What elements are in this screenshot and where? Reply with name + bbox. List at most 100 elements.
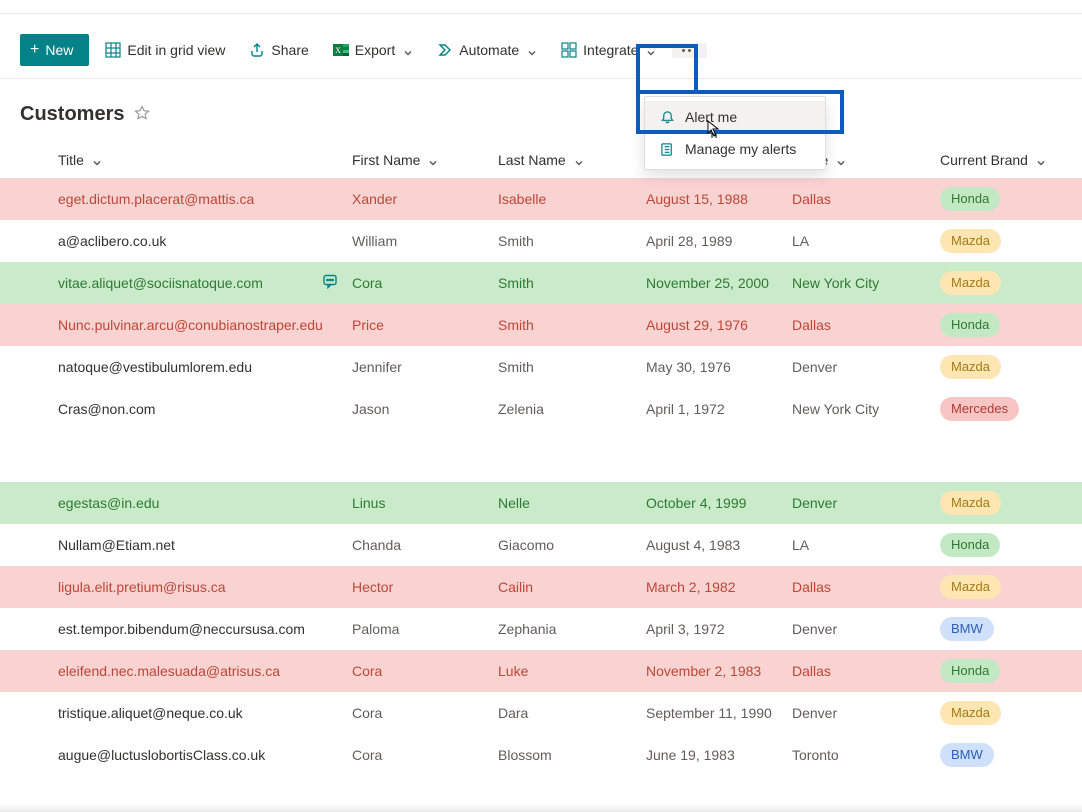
- cell-title[interactable]: vitae.aliquet@sociisnatoque.com: [58, 271, 352, 295]
- cell-title[interactable]: augue@luctuslobortisClass.co.uk: [58, 743, 352, 767]
- integrate-icon: [561, 42, 577, 58]
- cell-brand: Mazda: [940, 225, 1082, 257]
- cell-dob: June 19, 1983: [646, 743, 792, 767]
- cell-dob: October 4, 1999: [646, 491, 792, 515]
- table-row[interactable]: est.tempor.bibendum@neccursusa.comPaloma…: [0, 608, 1082, 650]
- brand-pill: BMW: [940, 743, 994, 767]
- cell-last-name: Luke: [498, 659, 646, 683]
- comment-icon[interactable]: [322, 274, 338, 293]
- table-row[interactable]: natoque@vestibulumlorem.eduJenniferSmith…: [0, 346, 1082, 388]
- column-header-brand[interactable]: Current Brand: [940, 152, 1082, 168]
- cell-dob: May 30, 1976: [646, 355, 792, 379]
- new-button[interactable]: + New: [20, 34, 89, 66]
- cell-title[interactable]: egestas@in.edu: [58, 491, 352, 515]
- column-header-first-name[interactable]: First Name: [352, 152, 498, 168]
- cell-title[interactable]: eget.dictum.placerat@mattis.ca: [58, 187, 352, 211]
- share-icon: [249, 42, 265, 58]
- cell-brand: Mercedes: [940, 393, 1082, 425]
- chevron-down-icon: [574, 155, 584, 165]
- automate-button[interactable]: Automate: [429, 36, 545, 64]
- menu-item-label: Manage my alerts: [685, 141, 796, 157]
- cell-dob: August 4, 1983: [646, 533, 792, 557]
- cell-first-name: William: [352, 229, 498, 253]
- menu-item-alert-me[interactable]: Alert me: [645, 101, 825, 133]
- table-row[interactable]: Nunc.pulvinar.arcu@conubianostraper.eduP…: [0, 304, 1082, 346]
- table-row[interactable]: augue@luctuslobortisClass.co.ukCoraBloss…: [0, 734, 1082, 776]
- cell-last-name: Smith: [498, 313, 646, 337]
- overflow-button[interactable]: [672, 43, 707, 58]
- cell-first-name: Jennifer: [352, 355, 498, 379]
- cell-dob: November 25, 2000: [646, 271, 792, 295]
- cell-brand: Mazda: [940, 487, 1082, 519]
- cell-title[interactable]: ligula.elit.pretium@risus.ca: [58, 575, 352, 599]
- cell-brand: Mazda: [940, 267, 1082, 299]
- dot-icon: [694, 49, 697, 52]
- share-button[interactable]: Share: [241, 36, 316, 64]
- column-header-title[interactable]: Title: [58, 152, 352, 168]
- cell-dob: November 2, 1983: [646, 659, 792, 683]
- integrate-button[interactable]: Integrate: [553, 36, 664, 64]
- cell-last-name: Dara: [498, 701, 646, 725]
- cell-title[interactable]: Nullam@Etiam.net: [58, 533, 352, 557]
- table-row[interactable]: vitae.aliquet@sociisnatoque.comCoraSmith…: [0, 262, 1082, 304]
- overflow-menu: Alert me Manage my alerts: [644, 96, 826, 170]
- brand-pill: Mercedes: [940, 397, 1019, 421]
- cell-last-name: Nelle: [498, 491, 646, 515]
- table-row[interactable]: Cras@non.comJasonZeleniaApril 1, 1972New…: [0, 388, 1082, 430]
- edit-grid-button[interactable]: Edit in grid view: [97, 36, 233, 64]
- plus-icon: +: [30, 41, 39, 59]
- cell-title[interactable]: tristique.aliquet@neque.co.uk: [58, 701, 352, 725]
- export-button[interactable]: X Export: [325, 36, 421, 64]
- brand-pill: Mazda: [940, 491, 1001, 515]
- cell-office: Toronto: [792, 743, 940, 767]
- cell-first-name: Cora: [352, 743, 498, 767]
- menu-item-manage-alerts[interactable]: Manage my alerts: [645, 133, 825, 165]
- brand-pill: Mazda: [940, 355, 1001, 379]
- cell-dob: September 11, 1990: [646, 701, 792, 725]
- cell-first-name: Cora: [352, 659, 498, 683]
- list-icon: [659, 141, 675, 157]
- brand-pill: Mazda: [940, 271, 1001, 295]
- table-row[interactable]: eget.dictum.placerat@mattis.caXanderIsab…: [0, 178, 1082, 220]
- cell-office: Denver: [792, 617, 940, 641]
- table-row[interactable]: tristique.aliquet@neque.co.ukCoraDaraSep…: [0, 692, 1082, 734]
- cell-office: LA: [792, 229, 940, 253]
- brand-pill: Mazda: [940, 229, 1001, 253]
- cell-first-name: Cora: [352, 701, 498, 725]
- table-row[interactable]: eleifend.nec.malesuada@atrisus.caCoraLuk…: [0, 650, 1082, 692]
- table-row[interactable]: Nullam@Etiam.netChandaGiacomoAugust 4, 1…: [0, 524, 1082, 566]
- cell-title[interactable]: a@aclibero.co.uk: [58, 229, 352, 253]
- table-row[interactable]: a@aclibero.co.ukWilliamSmithApril 28, 19…: [0, 220, 1082, 262]
- cell-first-name: Paloma: [352, 617, 498, 641]
- menu-item-label: Alert me: [685, 109, 737, 125]
- cell-dob: August 29, 1976: [646, 313, 792, 337]
- cell-office: Denver: [792, 355, 940, 379]
- cell-office: Dallas: [792, 659, 940, 683]
- table-row[interactable]: egestas@in.eduLinusNelleOctober 4, 1999D…: [0, 482, 1082, 524]
- cell-office: Dallas: [792, 313, 940, 337]
- cell-last-name: Zephania: [498, 617, 646, 641]
- cell-dob: April 3, 1972: [646, 617, 792, 641]
- cell-last-name: Cailin: [498, 575, 646, 599]
- cell-title[interactable]: natoque@vestibulumlorem.edu: [58, 355, 352, 379]
- cell-dob: April 1, 1972: [646, 397, 792, 421]
- list-gap: [0, 430, 1082, 482]
- cell-first-name: Linus: [352, 491, 498, 515]
- command-bar: + New Edit in grid view Share X Export: [0, 14, 1082, 79]
- cell-office: Dallas: [792, 187, 940, 211]
- integrate-label: Integrate: [583, 42, 638, 58]
- cell-title[interactable]: Nunc.pulvinar.arcu@conubianostraper.edu: [58, 313, 352, 337]
- favorite-star-icon[interactable]: [134, 105, 150, 124]
- table-row[interactable]: ligula.elit.pretium@risus.caHectorCailin…: [0, 566, 1082, 608]
- cell-title[interactable]: Cras@non.com: [58, 397, 352, 421]
- cell-office: Denver: [792, 701, 940, 725]
- cell-title[interactable]: est.tempor.bibendum@neccursusa.com: [58, 617, 352, 641]
- cell-brand: Honda: [940, 529, 1082, 561]
- cell-title[interactable]: eleifend.nec.malesuada@atrisus.ca: [58, 659, 352, 683]
- new-button-label: New: [45, 42, 73, 58]
- cell-last-name: Smith: [498, 355, 646, 379]
- cell-last-name: Isabelle: [498, 187, 646, 211]
- column-header-last-name[interactable]: Last Name: [498, 152, 646, 168]
- grid-icon: [105, 42, 121, 58]
- cell-brand: Honda: [940, 655, 1082, 687]
